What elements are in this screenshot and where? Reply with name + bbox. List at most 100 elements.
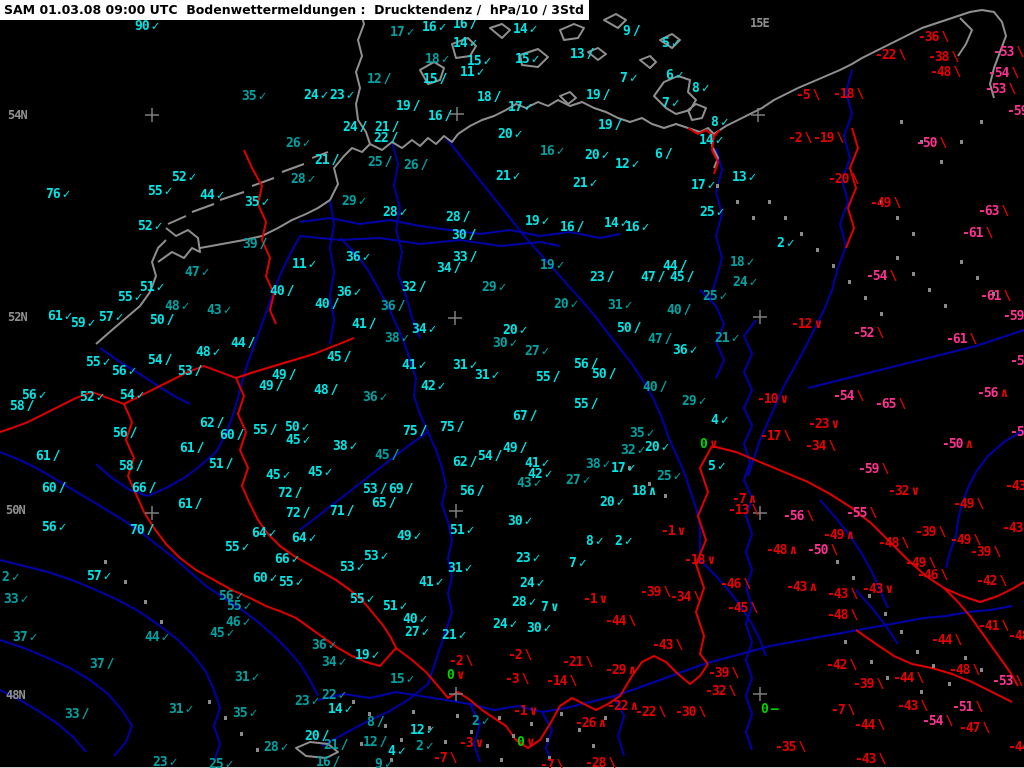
station-value: 27 xyxy=(405,625,420,641)
station-value: 21 xyxy=(715,331,730,347)
tendency-symbol: \ xyxy=(881,462,890,478)
station-value: 5 xyxy=(662,36,670,52)
tendency-symbol: ✓ xyxy=(707,178,716,194)
station-report: 0 ∨ xyxy=(700,438,718,451)
station-value: 19 xyxy=(355,648,370,664)
tendency-symbol: ✓ xyxy=(38,388,47,404)
tendency-symbol: / xyxy=(196,441,205,457)
tendency-symbol: ✓ xyxy=(498,280,507,296)
station-value: -48 xyxy=(930,65,952,81)
station-value: -3 xyxy=(505,672,520,688)
station-value: -1 xyxy=(661,524,676,540)
station-report: 45 ✓ xyxy=(286,434,310,447)
tendency-symbol: ✓ xyxy=(720,413,729,429)
tendency-symbol: ∨ xyxy=(550,600,559,616)
station-report: 8 ✓ xyxy=(586,535,604,548)
station-report: 57 ✓ xyxy=(87,570,111,583)
tendency-symbol: / xyxy=(469,455,478,471)
tendency-symbol: / xyxy=(462,210,471,226)
station-value: -28 xyxy=(585,756,607,768)
station-value: -54 xyxy=(866,269,888,285)
tendency-symbol: ✓ xyxy=(437,379,446,395)
tendency-symbol: ✓ xyxy=(601,148,610,164)
station-value: 43 xyxy=(517,476,532,492)
tendency-symbol: ✓ xyxy=(466,523,475,539)
station-value: -29 xyxy=(605,663,627,679)
station-value: 0 xyxy=(517,735,525,751)
tendency-symbol: / xyxy=(286,284,295,300)
station-value: 45 xyxy=(670,270,685,286)
station-report: 28 ✓ xyxy=(383,206,407,219)
station-value: 29 xyxy=(342,194,357,210)
tendency-symbol: \ xyxy=(975,700,984,716)
tendency-symbol: \ xyxy=(938,525,947,541)
tendency-symbol: ✓ xyxy=(282,468,291,484)
station-value: 54 xyxy=(148,353,163,369)
station-value: 20 xyxy=(600,495,615,511)
station-value: 17 xyxy=(691,178,706,194)
station-value: 13 xyxy=(732,170,747,186)
station-value: 4 xyxy=(711,413,719,429)
station-report: -45 \ xyxy=(727,602,758,615)
station-value: -19 xyxy=(813,131,835,147)
station-value: 2 xyxy=(472,714,480,730)
tendency-symbol: \ xyxy=(1011,66,1020,82)
station-report: 30 ✓ xyxy=(493,337,517,350)
station-value: -39 xyxy=(970,545,992,561)
station-report: 36 ✓ xyxy=(673,344,697,357)
station-value: 7 xyxy=(541,600,549,616)
station-report: 8/ xyxy=(367,716,385,729)
tendency-symbol: / xyxy=(26,399,35,415)
station-value: 8 xyxy=(692,81,700,97)
station-report: -22 \ xyxy=(635,706,666,719)
station-value: 66 xyxy=(275,552,290,568)
station-value: -50 xyxy=(916,136,938,152)
station-report: 55/ xyxy=(536,371,560,384)
station-report: 45 ✓ xyxy=(308,466,332,479)
station-report: 16 ✓ xyxy=(422,21,446,34)
station-value: 64 xyxy=(292,531,307,547)
station-value: 58 xyxy=(10,399,25,415)
station-value: -52 xyxy=(853,326,875,342)
station-report: 64 ✓ xyxy=(292,532,316,545)
station-report: 45/ xyxy=(327,351,351,364)
station-report: -48\ xyxy=(827,609,858,622)
station-report: 24/ xyxy=(343,121,367,134)
tendency-symbol: \ xyxy=(521,672,530,688)
tendency-symbol: ∧ xyxy=(809,580,818,596)
tendency-symbol: ✓ xyxy=(188,170,197,186)
tendency-symbol: / xyxy=(106,657,115,673)
station-report: 90 ✓ xyxy=(135,20,159,33)
station-report: 14 ✓ xyxy=(453,37,477,50)
station-report: -53 \ xyxy=(985,83,1016,96)
tendency-symbol: ∧ xyxy=(1000,386,1009,402)
tendency-symbol: ✓ xyxy=(595,534,604,550)
station-value: 24 xyxy=(304,88,319,104)
tendency-symbol: / xyxy=(247,336,256,352)
tendency-symbol: ✓ xyxy=(524,514,533,530)
station-value: 26 xyxy=(286,136,301,152)
station-report: 12 ✓ xyxy=(410,724,434,737)
station-report: 43 ✓ xyxy=(517,477,541,490)
station-value: -48 xyxy=(878,536,900,552)
station-value: 28 xyxy=(383,205,398,221)
tendency-symbol: ✓ xyxy=(115,310,124,326)
station-value: -43 xyxy=(652,638,674,654)
station-report: 0 ∨ xyxy=(517,736,535,749)
tendency-symbol: — xyxy=(770,702,779,718)
station-value: 55 xyxy=(227,599,242,615)
station-value: 9 xyxy=(623,24,631,40)
station-value: -63 xyxy=(978,204,1000,220)
tendency-symbol: / xyxy=(664,147,673,163)
station-value: -1 xyxy=(583,592,598,608)
tendency-symbol: / xyxy=(129,426,138,442)
tendency-symbol: ✓ xyxy=(528,595,537,611)
station-report: -43\ xyxy=(652,639,683,652)
tendency-symbol: ∨ xyxy=(814,317,823,333)
station-value: 51 xyxy=(450,523,465,539)
station-report: 69/ xyxy=(389,483,413,496)
station-value: 54 xyxy=(478,449,493,465)
station-report: -50\ xyxy=(807,544,838,557)
tendency-symbol: ✓ xyxy=(524,100,533,116)
tendency-symbol: ✓ xyxy=(185,702,194,718)
